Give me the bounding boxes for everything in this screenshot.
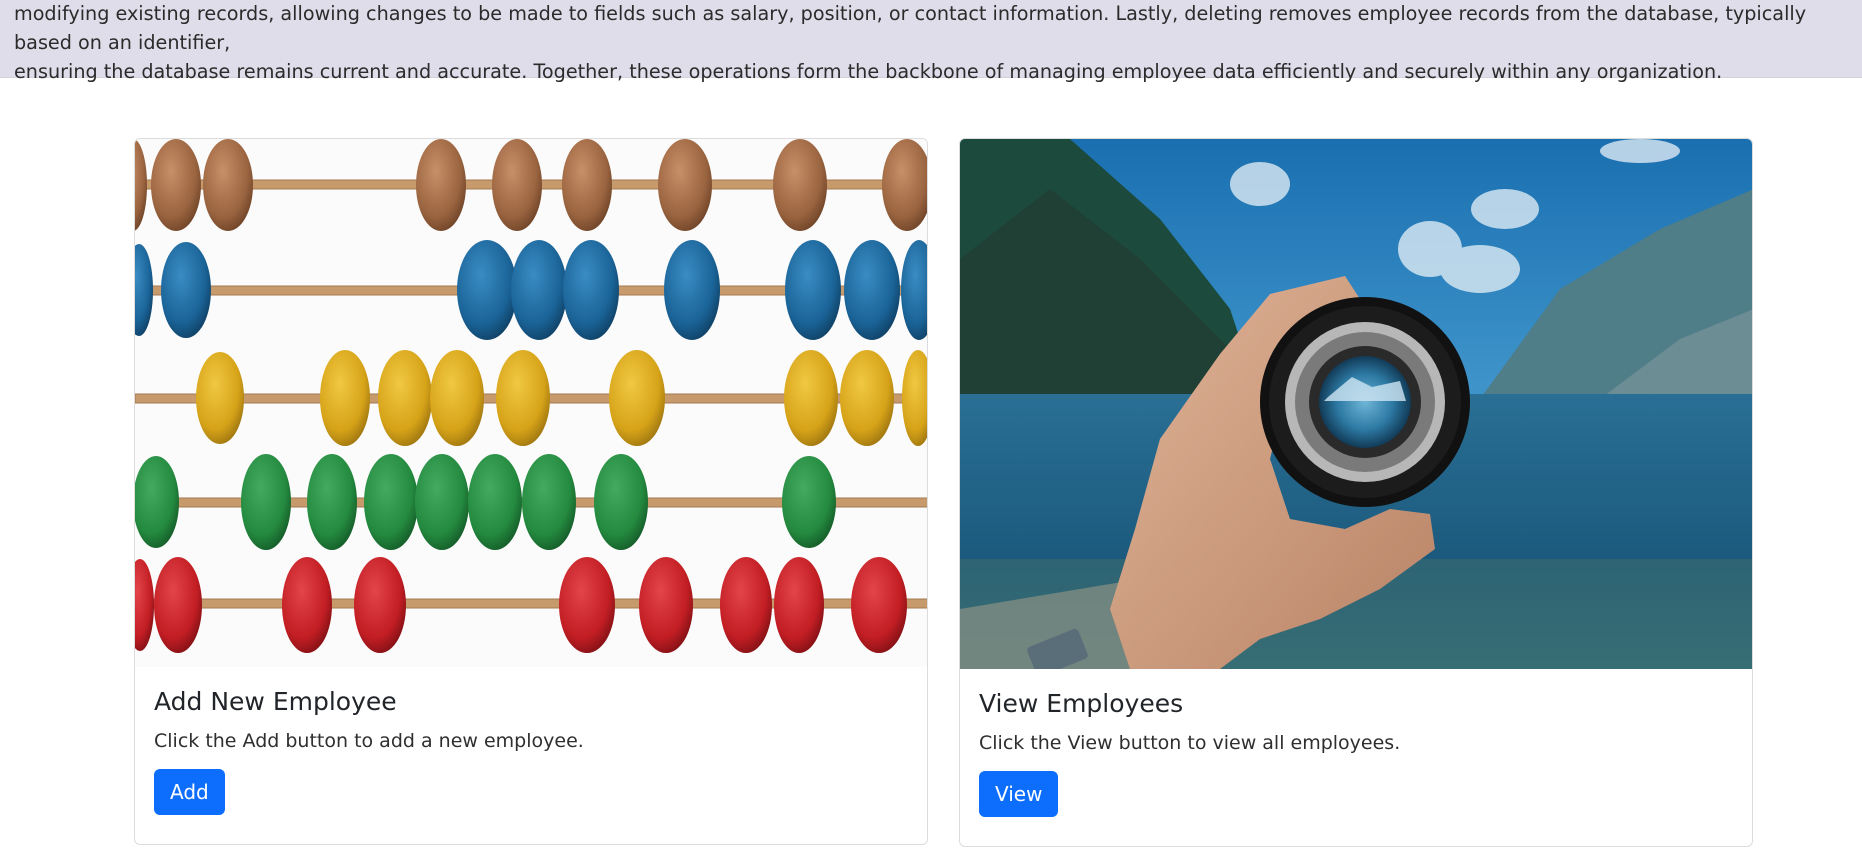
intro-line-1: modifying existing records, allowing cha… [14, 2, 1807, 54]
view-card-text: Click the View button to view all employ… [979, 732, 1401, 754]
intro-line-2: ensuring the database remains current an… [14, 60, 1723, 83]
view-button[interactable]: View [979, 771, 1059, 817]
add-card-title: Add New Employee [154, 687, 397, 716]
view-employees-card: View Employees Click the View button to … [959, 138, 1753, 847]
add-card-text: Click the Add button to add a new employ… [154, 730, 584, 752]
view-card-title: View Employees [979, 689, 1184, 718]
abacus-image [135, 139, 927, 667]
camera-lens-image [960, 139, 1752, 669]
intro-text: modifying existing records, allowing cha… [14, 0, 1848, 86]
add-button[interactable]: Add [154, 769, 225, 815]
view-card-body: View Employees Click the View button to … [979, 689, 1400, 817]
intro-banner: modifying existing records, allowing cha… [0, 0, 1862, 83]
add-card-body: Add New Employee Click the Add button to… [154, 687, 584, 815]
add-employee-card: Add New Employee Click the Add button to… [134, 138, 928, 845]
